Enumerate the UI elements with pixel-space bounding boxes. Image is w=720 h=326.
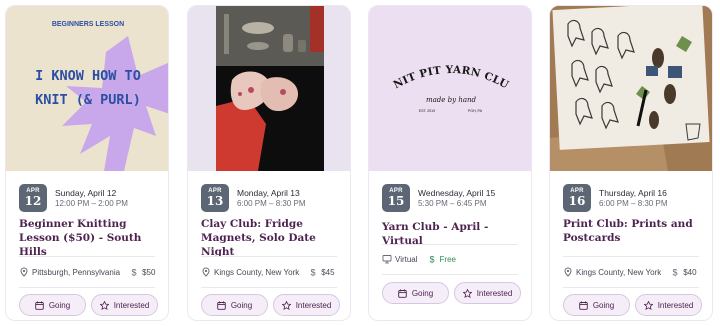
star-icon — [643, 300, 653, 310]
date-badge: APR 13 — [201, 184, 229, 212]
interested-button[interactable]: Interested — [454, 282, 521, 304]
event-meta: Kings County, New York $ $45 — [201, 266, 350, 278]
dollar-icon: $ — [129, 267, 139, 278]
going-button[interactable]: Going — [19, 294, 86, 316]
svg-text:$: $ — [673, 268, 678, 278]
event-meta: Virtual $ Free — [382, 253, 531, 265]
interested-button[interactable]: Interested — [273, 294, 340, 316]
event-card[interactable]: APR 13 Monday, April 13 6:00 PM – 8:30 P… — [187, 5, 351, 321]
going-label: Going — [48, 300, 71, 310]
event-when: Thursday, April 16 6:00 PM – 8:30 PM — [599, 188, 711, 209]
divider — [201, 256, 337, 257]
interested-button[interactable]: Interested — [91, 294, 158, 316]
event-time: 5:30 PM – 6:45 PM — [418, 199, 487, 208]
event-time: 6:00 PM – 8:30 PM — [237, 199, 306, 208]
image-caption-line1: I KNOW HOW TO — [35, 68, 141, 84]
event-time: 12:00 PM – 2:00 PM — [55, 199, 128, 208]
event-location: Virtual — [395, 254, 418, 264]
event-price: $45 — [321, 267, 335, 277]
going-label: Going — [592, 300, 615, 310]
map-pin-icon — [201, 267, 211, 277]
event-when: Monday, April 13 6:00 PM – 8:30 PM — [237, 188, 349, 209]
going-label: Going — [230, 300, 253, 310]
event-card[interactable]: BEGINNERS LESSON I KNOW HOW TO KNIT (& P… — [5, 5, 169, 321]
event-card[interactable]: APR 16 Thursday, April 16 6:00 PM – 8:30… — [549, 5, 713, 321]
event-date: Wednesday, April 15 — [418, 188, 496, 198]
event-time: 6:00 PM – 8:30 PM — [599, 199, 668, 208]
event-title[interactable]: Beginner Knitting Lesson ($50) - South H… — [19, 217, 168, 259]
event-card[interactable]: KNIT PIT YARN CLUB made by hand EST. 201… — [368, 5, 532, 321]
calendar-icon — [217, 300, 226, 310]
divider — [19, 256, 155, 257]
image-caption-line2: KNIT (& PURL) — [35, 92, 141, 108]
event-image-yarn-club[interactable]: KNIT PIT YARN CLUB made by hand EST. 201… — [369, 6, 531, 171]
date-day: 12 — [24, 194, 42, 208]
divider — [19, 287, 155, 288]
star-icon — [281, 300, 291, 310]
divider — [563, 287, 699, 288]
calendar-icon — [398, 288, 407, 298]
image-caption-script: made by hand — [426, 96, 477, 104]
star-icon — [462, 288, 472, 298]
event-image-clay-club[interactable] — [188, 6, 350, 171]
divider — [382, 274, 518, 275]
divider — [563, 256, 699, 257]
event-when: Wednesday, April 15 5:30 PM – 6:45 PM — [418, 188, 530, 209]
divider — [201, 287, 337, 288]
event-location: Pittsburgh, Pennsylvania — [32, 267, 121, 277]
interested-label: Interested — [657, 300, 694, 310]
going-label: Going — [411, 288, 434, 298]
dollar-icon: $ — [308, 267, 318, 278]
going-button[interactable]: Going — [201, 294, 268, 316]
interested-label: Interested — [113, 300, 150, 310]
svg-text:$: $ — [132, 268, 137, 278]
event-meta: Kings County, New York $ $40 — [563, 266, 712, 278]
date-badge: APR 16 — [563, 184, 591, 212]
event-date: Sunday, April 12 — [55, 188, 117, 198]
interested-label: Interested — [476, 288, 513, 298]
event-price: Free — [439, 254, 456, 264]
calendar-icon — [35, 300, 44, 310]
divider — [382, 244, 518, 245]
image-caption-est: EST. 2019 — [419, 109, 435, 113]
event-location: Kings County, New York — [576, 267, 662, 277]
image-caption-city: PGH, PA — [468, 109, 483, 113]
date-badge: APR 15 — [382, 184, 410, 212]
image-caption-small: BEGINNERS LESSON — [52, 21, 124, 28]
star-icon — [99, 300, 109, 310]
event-image-print-club[interactable] — [550, 6, 712, 171]
interested-button[interactable]: Interested — [635, 294, 702, 316]
event-date: Monday, April 13 — [237, 188, 300, 198]
date-day: 16 — [568, 194, 586, 208]
dollar-icon: $ — [670, 267, 680, 278]
dollar-icon: $ — [427, 254, 437, 265]
event-price: $40 — [683, 267, 697, 277]
svg-text:$: $ — [311, 268, 316, 278]
event-meta: Pittsburgh, Pennsylvania $ $50 — [19, 266, 168, 278]
map-pin-icon — [563, 267, 573, 277]
interested-label: Interested — [295, 300, 332, 310]
map-pin-icon — [19, 267, 29, 277]
event-title[interactable]: Print Club: Prints and Postcards — [563, 217, 712, 245]
event-image-knit-lesson[interactable]: BEGINNERS LESSON I KNOW HOW TO KNIT (& P… — [6, 6, 168, 171]
date-day: 15 — [387, 194, 405, 208]
monitor-icon — [382, 254, 392, 264]
going-button[interactable]: Going — [382, 282, 449, 304]
svg-text:$: $ — [429, 255, 434, 265]
event-price: $50 — [142, 267, 156, 277]
going-button[interactable]: Going — [563, 294, 630, 316]
date-badge: APR 12 — [19, 184, 47, 212]
event-when: Sunday, April 12 12:00 PM – 2:00 PM — [55, 188, 167, 209]
event-location: Kings County, New York — [214, 267, 300, 277]
calendar-icon — [579, 300, 588, 310]
event-date: Thursday, April 16 — [599, 188, 667, 198]
date-day: 13 — [206, 194, 224, 208]
event-title[interactable]: Clay Club: Fridge Magnets, Solo Date Nig… — [201, 217, 350, 259]
